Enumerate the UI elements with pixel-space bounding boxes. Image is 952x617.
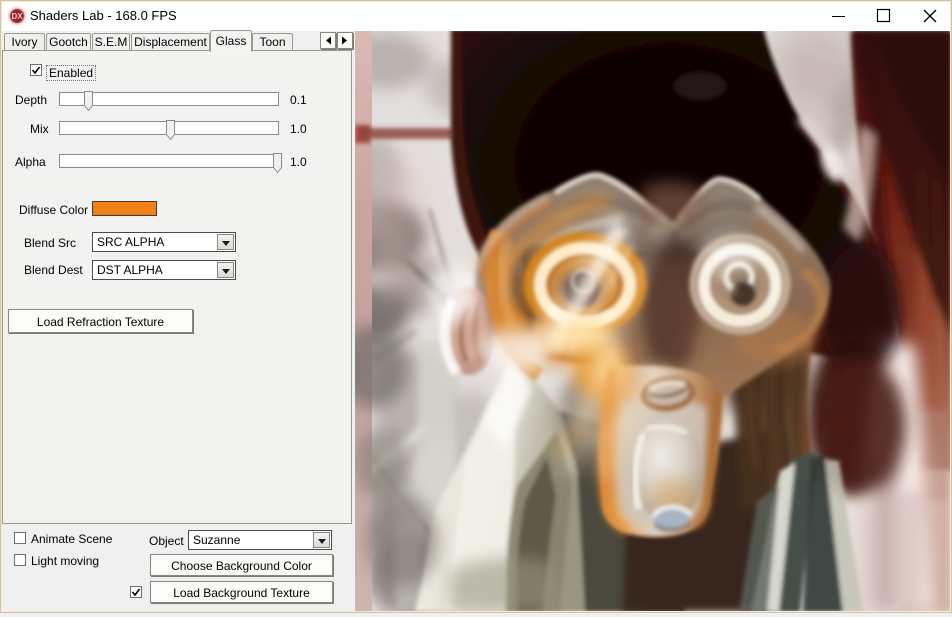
svg-text:DX: DX <box>11 12 23 21</box>
